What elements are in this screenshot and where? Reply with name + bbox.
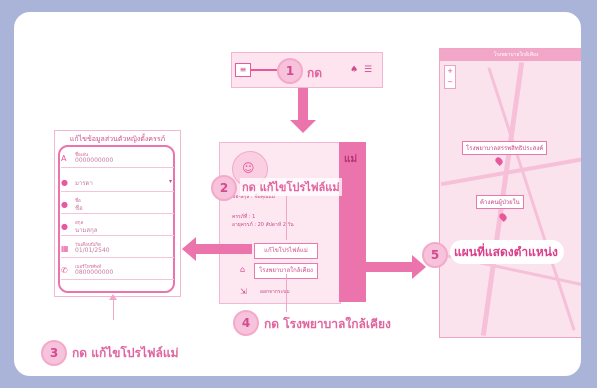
step-4-badge: 4 bbox=[233, 310, 259, 336]
profile-screen: ☺ ชื่อ-สกุล : ชื่อคุณแม่ ครรภ์ที่ : 1 อา… bbox=[219, 142, 341, 304]
face-icon: ☺ bbox=[242, 161, 255, 175]
calendar-icon: ▦ bbox=[61, 244, 69, 253]
step-1-label: กด bbox=[307, 66, 323, 80]
map-header: โรงพยาบาลใกล้เคียง bbox=[440, 49, 581, 61]
step-2-pointer bbox=[286, 196, 287, 240]
hospital-map[interactable]: โรงพยาบาลใกล้เคียง + − โรงพยาบาลสรรพสิทธ… bbox=[439, 48, 581, 338]
step-2-badge: 2 bbox=[211, 175, 237, 201]
edit-profile-title: แก้ไขข้อมูลส่วนตัวหญิงตั้งครรภ์ bbox=[69, 135, 166, 143]
zoom-in-button[interactable]: + bbox=[445, 66, 455, 77]
pointer-line bbox=[250, 69, 277, 71]
step-3-label: กด แก้ไขโปรไฟล์แม่ bbox=[72, 346, 179, 360]
map-road bbox=[440, 155, 581, 187]
user-icon: ● bbox=[61, 222, 68, 231]
map-pin-icon[interactable] bbox=[494, 156, 504, 166]
bell-icon[interactable]: ♠ bbox=[350, 65, 358, 75]
edit-profile-screen: แก้ไขข้อมูลส่วนตัวหญิงตั้งครรภ์ A ชื่อเล… bbox=[54, 130, 181, 297]
user-icon: A bbox=[61, 154, 67, 163]
logout-icon: ⇲ bbox=[240, 287, 247, 296]
hospital-icon: ⌂ bbox=[240, 265, 246, 274]
phone-icon: ✆ bbox=[61, 266, 68, 275]
step-2-label: กด แก้ไขโปรไฟล์แม่ bbox=[240, 178, 342, 196]
profile-age: อายุครรภ์ : 20 สัปดาห์ 2 วัน bbox=[232, 222, 294, 228]
map-zoom-control[interactable]: + − bbox=[444, 65, 456, 89]
arrow-right bbox=[354, 262, 414, 272]
arrow-left-head bbox=[182, 237, 196, 261]
edit-profile-button[interactable]: แก้ไขโปรไฟล์แม่ bbox=[254, 243, 318, 259]
tutorial-frame: ≡ 1 กด ♠ ☰ ☺ ชื่อ-สกุล : ชื่อคุณแม่ ครรภ… bbox=[10, 8, 585, 380]
field-phone[interactable]: ✆ เบอร์โทรศัพท์ 0800000000 bbox=[61, 263, 174, 280]
hospital-pin-label-1: โรงพยาบาลสรรพสิทธิประสงค์ bbox=[462, 141, 548, 155]
user-icon: ● bbox=[61, 178, 68, 187]
arrow-down bbox=[298, 88, 308, 122]
hamburger-menu-button[interactable]: ≡ bbox=[235, 63, 251, 77]
hospital-pin-label-2: ค้างคนผู้ป่วยใน bbox=[476, 195, 524, 209]
field-birthdate[interactable]: ▦ วันเดือนปีเกิด 01/01/2540 bbox=[61, 241, 174, 258]
zoom-out-button[interactable]: − bbox=[445, 77, 455, 88]
drawer-side-text: แม่ bbox=[344, 154, 358, 165]
field-first-name[interactable]: ● ชื่อ ชื่อ bbox=[61, 197, 174, 214]
menu-icon[interactable]: ☰ bbox=[364, 65, 372, 75]
arrow-left bbox=[196, 244, 252, 254]
field-nickname[interactable]: A ชื่อเล่น 0000000000 bbox=[61, 151, 174, 168]
step-3-badge: 3 bbox=[41, 340, 67, 366]
step-5-label: แผนที่แสดงตำแหน่ง bbox=[450, 240, 564, 264]
profile-pregnancy: ครรภ์ที่ : 1 bbox=[232, 214, 256, 220]
step-4-pointer bbox=[286, 274, 287, 312]
step-5-badge: 5 bbox=[422, 242, 448, 268]
step-4-label: กด โรงพยาบาลใกล้เคียง bbox=[264, 317, 391, 331]
field-title-select[interactable]: ● มารดา ▾ bbox=[61, 175, 174, 192]
step-1-badge: 1 bbox=[277, 58, 303, 84]
user-icon: ● bbox=[61, 200, 68, 209]
step-3-arrowhead bbox=[109, 294, 117, 300]
chevron-down-icon: ▾ bbox=[168, 178, 172, 185]
field-last-name[interactable]: ● สกุล นามสกุล bbox=[61, 219, 174, 236]
arrow-down-head bbox=[290, 120, 316, 133]
